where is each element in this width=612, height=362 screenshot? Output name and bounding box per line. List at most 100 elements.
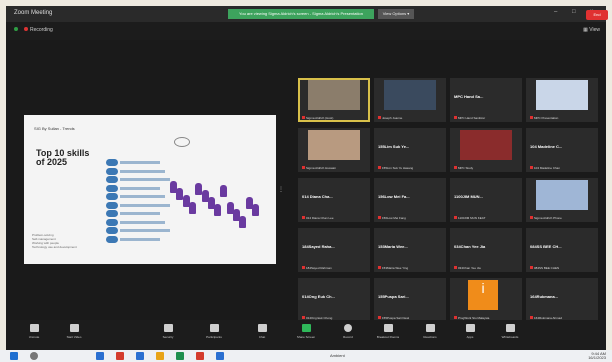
search-icon[interactable]	[30, 352, 38, 360]
participant-tile[interactable]: 1100JIM MUN... 1100JIM MUN KEAT	[450, 178, 522, 222]
apps-button[interactable]: Apps	[450, 324, 490, 339]
mic-button[interactable]: Unmute	[14, 324, 54, 339]
taskbar-app-icon[interactable]	[176, 352, 184, 360]
participants-button[interactable]: Participants	[194, 324, 234, 339]
toolbar-button-label: Breakout Rooms	[376, 335, 400, 339]
skill-text	[120, 161, 160, 164]
participant-name: 155Lim Suk Ye...	[378, 144, 410, 149]
participant-name: 156Low Mei Fa...	[378, 194, 410, 199]
participant-tile[interactable]: 153Maria Wee... 153Maria Wee Ying	[374, 228, 446, 272]
participant-photo	[460, 130, 512, 160]
participant-tile[interactable]: Sigma Aldrich Phone	[526, 178, 598, 222]
start-icon[interactable]	[10, 352, 18, 360]
participant-tile[interactable]: Joseph Joanne	[374, 78, 446, 122]
participant-tile[interactable]: Sigma Aldrich Hussain	[298, 128, 370, 172]
zoom-window: Zoom Meeting You are viewing Sigma Aldri…	[6, 6, 606, 350]
participant-tile[interactable]: 155Puspa Sari... 155Puspa Sari Dewi	[374, 278, 446, 322]
meeting-toolbar: Unmute Start Video Security Participants Cha…	[6, 320, 606, 350]
mic-icon	[29, 324, 39, 332]
skill-number-badge	[106, 227, 118, 234]
participant-tile[interactable]: MPC Presentation	[526, 78, 598, 122]
taskbar-app-icon[interactable]	[196, 352, 204, 360]
participant-tile[interactable]: 164Rukmana... 164Rukmana Ahmad	[526, 278, 598, 322]
participant-tile[interactable]: 084SS BEE CH... 084SS BEE CHEN	[526, 228, 598, 272]
shield-button[interactable]: Security	[148, 324, 188, 339]
participant-photo	[308, 80, 360, 110]
participant-tile[interactable]: Sigma Aldrich (Host)	[298, 78, 370, 122]
participant-caption-text: 153Maria Wee Ying	[382, 266, 409, 270]
person-figure	[214, 204, 222, 216]
participant-caption: MPC Hand Sanitizer	[454, 116, 520, 120]
toolbar-button-label: Reactions	[423, 335, 437, 339]
slide-legend: Problem-solving Self-management Working …	[32, 233, 77, 249]
participant-name: 104 Madeline C...	[530, 144, 563, 149]
toolbar-button-label: Unmute	[28, 335, 40, 339]
slide-logo-icon	[174, 137, 190, 147]
participant-tile[interactable]: i ProgWork Stu Malaysia	[450, 278, 522, 322]
skill-text	[120, 169, 165, 173]
slide-title-line: of 2025	[36, 157, 68, 167]
participant-caption: 014 Diana Chan Lee	[302, 216, 368, 220]
participant-name: 034Chan Yee Jia	[454, 244, 486, 249]
participant-caption-text: Sigma Aldrich Hussain	[306, 166, 337, 170]
participant-tile[interactable]: 014 Diana Cha... 014 Diana Chan Lee	[298, 178, 370, 222]
reactions-button[interactable]: Reactions	[410, 324, 450, 339]
video-button[interactable]: Start Video	[54, 324, 94, 339]
participant-caption: 156Low Mei Fang	[378, 216, 444, 220]
participant-name: 014 Diana Cha...	[302, 194, 333, 199]
record-button[interactable]: Record	[328, 324, 368, 339]
slide-header: SIG By Sullan - Trends	[34, 126, 75, 131]
muted-mic-icon	[454, 116, 457, 119]
muted-mic-icon	[454, 216, 457, 219]
security-icon	[14, 27, 18, 31]
taskbar-app-icon[interactable]	[136, 352, 144, 360]
meeting-top-bar: Recording ▦ View	[6, 22, 606, 40]
person-figure	[239, 216, 247, 228]
taskbar-app-icon[interactable]	[96, 352, 104, 360]
apps-icon	[465, 324, 475, 332]
participant-caption: Sigma Aldrich (Host)	[302, 116, 368, 120]
view-label: View	[589, 27, 600, 33]
skill-text	[120, 195, 165, 198]
weather-label: Ambient	[330, 353, 345, 358]
participant-tile[interactable]: 034Chan Yee Jia 034Chan Yee Jia	[450, 228, 522, 272]
muted-mic-icon	[530, 166, 533, 169]
participant-name: 164Rukmana...	[530, 294, 559, 299]
share-screen-button[interactable]: Share Screen	[286, 324, 326, 339]
skill-text	[120, 212, 160, 215]
taskbar-app-icon[interactable]	[116, 352, 124, 360]
participant-photo	[536, 180, 588, 210]
participant-tile[interactable]: MPC Study	[450, 128, 522, 172]
maximize-button[interactable]: □	[572, 9, 576, 15]
participant-photo	[384, 80, 436, 110]
muted-mic-icon	[302, 116, 305, 119]
participant-caption-text: 156Low Mei Fang	[382, 216, 406, 220]
person-figure	[188, 202, 196, 214]
end-button[interactable]: End	[586, 10, 608, 20]
muted-mic-icon	[378, 316, 381, 319]
windows-taskbar: Ambient 9:44 AM 16/1/2023	[0, 350, 612, 362]
participant-tile[interactable]: 184Sayed Raha... 184Sayed Rahman	[298, 228, 370, 272]
reactions-icon	[425, 324, 435, 332]
participant-tile[interactable]: MPC Hand Sa... MPC Hand Sanitizer	[450, 78, 522, 122]
participant-tile[interactable]: 104 Madeline C... 104 Madeline Chan	[526, 128, 598, 172]
minimize-button[interactable]: –	[554, 9, 557, 15]
participant-tile[interactable]: 156Low Mei Fa... 156Low Mei Fang	[374, 178, 446, 222]
skill-number-badge	[106, 184, 118, 192]
view-options-button[interactable]: View Options ▾	[378, 9, 414, 19]
chat-button[interactable]: Chat	[242, 324, 282, 339]
taskbar-app-icon[interactable]	[216, 352, 224, 360]
skill-number-badge	[106, 210, 118, 217]
toolbar-button-label: Whiteboards	[501, 335, 519, 339]
breakout-button[interactable]: Breakout Rooms	[368, 324, 408, 339]
view-button[interactable]: ▦ View	[583, 27, 600, 33]
muted-mic-icon	[378, 216, 381, 219]
muted-mic-icon	[454, 166, 457, 169]
taskbar-app-icon[interactable]	[156, 352, 164, 360]
whiteboard-button[interactable]: Whiteboards	[490, 324, 530, 339]
toolbar-button-label: Apps	[466, 335, 474, 339]
more-icon[interactable]: ⋮	[278, 186, 284, 193]
participant-tile[interactable]: 155Lim Suk Ye... 155Lim Suk Ye Hasang	[374, 128, 446, 172]
participants-icon	[209, 324, 219, 332]
participant-tile[interactable]: 014Ong Euk Ch... 014Ong Euk Chong	[298, 278, 370, 322]
